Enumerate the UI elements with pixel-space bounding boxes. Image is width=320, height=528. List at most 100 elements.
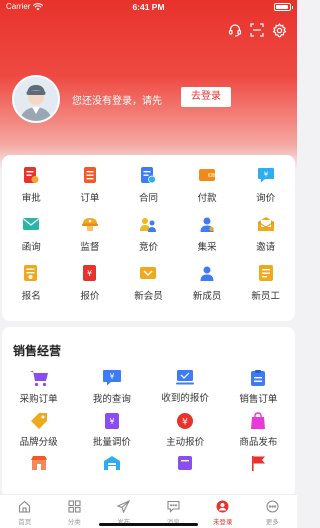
- sales-item-received-quote[interactable]: 收到的报价: [149, 369, 222, 404]
- quick-item-label: 报名: [21, 291, 41, 302]
- tab-label: 未登录: [213, 519, 233, 526]
- new-staff-icon: [257, 263, 275, 283]
- approval-icon: [22, 165, 40, 185]
- quick-item-label: 付款: [197, 193, 217, 204]
- quick-item-label: 邀请: [256, 242, 276, 253]
- sales-item-goods-publish[interactable]: 商品发布: [222, 412, 295, 448]
- login-button[interactable]: 去登录: [181, 87, 231, 107]
- warehouse-icon: [102, 455, 122, 471]
- quick-item-label: 新成员: [192, 291, 222, 302]
- svg-text:¥: ¥: [109, 417, 114, 426]
- message-icon: [166, 499, 180, 513]
- quick-item-contract[interactable]: 合同: [119, 165, 178, 206]
- quick-item-new-member[interactable]: 新会员: [119, 263, 178, 304]
- sales-item-flag[interactable]: [222, 455, 295, 471]
- quick-actions-grid: 审批 订单 合同 付款 ¥ 询价 函询 监督 竞价 集采 邀请 报名 ¥ 报价 …: [2, 165, 295, 304]
- order-icon: [81, 165, 99, 185]
- quick-item-inquiry[interactable]: ¥ 询价: [236, 165, 295, 206]
- status-bar: Carrier 6:41 PM: [0, 0, 297, 14]
- sales-item-label: 商品发布: [239, 437, 278, 448]
- avatar[interactable]: [12, 75, 60, 123]
- svg-text:¥: ¥: [87, 269, 92, 278]
- batch-price-icon: ¥: [102, 412, 122, 430]
- battery-icon: [274, 3, 293, 11]
- tab-label: 首页: [18, 519, 32, 526]
- header-actions: [227, 22, 287, 38]
- my-query-icon: ¥: [102, 369, 122, 387]
- sales-grid: 采购订单 ¥ 我的查询 收到的报价 销售订单 品牌分级 ¥ 批量调价 ¥ 主动报…: [2, 369, 295, 471]
- quick-item-payment[interactable]: 付款: [178, 165, 237, 206]
- quick-item-supervision[interactable]: 监督: [61, 214, 120, 255]
- quick-item-label: 竞价: [138, 242, 158, 253]
- quick-item-label: 合同: [138, 193, 158, 204]
- quick-item-group-buy[interactable]: 集采: [178, 214, 237, 255]
- tab-category[interactable]: 分类: [50, 495, 100, 528]
- sales-item-label: 品牌分级: [19, 437, 58, 448]
- new-person-icon: [198, 263, 216, 283]
- quick-item-label: 函询: [21, 242, 41, 253]
- wallet-icon: [198, 165, 216, 185]
- quick-item-bidding[interactable]: 竞价: [119, 214, 178, 255]
- headset-icon[interactable]: [227, 22, 243, 38]
- sales-item-label: 批量调价: [92, 437, 131, 448]
- quick-item-approval[interactable]: 审批: [2, 165, 61, 206]
- status-time: 6:41 PM: [132, 2, 165, 12]
- tab-label: 分类: [67, 519, 81, 526]
- quick-item-new-person[interactable]: 新成员: [178, 263, 237, 304]
- quick-item-label: 监督: [80, 242, 100, 253]
- invite-icon: [257, 214, 275, 234]
- quick-actions-card: 审批 订单 合同 付款 ¥ 询价 函询 监督 竞价 集采 邀请 报名 ¥ 报价 …: [2, 155, 295, 321]
- sales-item-batch-price[interactable]: ¥ 批量调价: [75, 412, 148, 448]
- scan-icon[interactable]: [249, 22, 265, 38]
- group-buy-icon: [198, 214, 216, 234]
- quick-item-order[interactable]: 订单: [61, 165, 120, 206]
- quick-item-quote[interactable]: ¥ 报价: [61, 263, 120, 304]
- sales-item-purple-task[interactable]: [149, 455, 222, 471]
- home-icon: [18, 499, 32, 513]
- publish-icon: [117, 499, 131, 513]
- quick-item-label: 订单: [80, 193, 100, 204]
- inquiry-icon: ¥: [257, 165, 275, 185]
- more-icon: [265, 499, 279, 513]
- sales-item-brand-grade[interactable]: 品牌分级: [2, 412, 75, 448]
- sales-item-label: 主动报价: [166, 437, 205, 448]
- quick-item-new-staff[interactable]: 新员工: [236, 263, 295, 304]
- tab-home[interactable]: 首页: [0, 495, 50, 528]
- sales-item-label: 销售订单: [239, 394, 278, 405]
- quick-item-label: 新员工: [251, 291, 280, 302]
- sales-item-label: 收到的报价: [161, 393, 209, 404]
- goods-publish-icon: [248, 412, 268, 430]
- quick-item-letter[interactable]: 函询: [2, 214, 61, 255]
- tab-label: 更多: [265, 519, 279, 526]
- category-icon: [67, 499, 81, 513]
- svg-text:¥: ¥: [109, 372, 114, 381]
- svg-text:¥: ¥: [182, 418, 188, 428]
- sales-item-label: 采购订单: [19, 394, 58, 405]
- sales-item-active-quote[interactable]: ¥ 主动报价: [149, 412, 222, 448]
- contract-icon: [139, 165, 157, 185]
- sales-item-sales-order[interactable]: 销售订单: [222, 369, 295, 405]
- new-member-icon: [139, 263, 157, 283]
- sales-item-purchase-order[interactable]: 采购订单: [2, 369, 75, 405]
- quick-item-invite[interactable]: 邀请: [236, 214, 295, 255]
- sales-item-warehouse[interactable]: [75, 455, 148, 471]
- shop-icon: [29, 455, 49, 471]
- sales-order-icon: [248, 369, 268, 387]
- sales-item-shop[interactable]: [2, 455, 75, 471]
- user-icon: [216, 499, 230, 513]
- flag-icon: [248, 455, 268, 471]
- brand-tag-icon: [29, 412, 49, 430]
- quick-item-label: 询价: [256, 193, 276, 204]
- tab-profile[interactable]: 未登录: [198, 495, 248, 528]
- svg-text:¥: ¥: [263, 170, 268, 178]
- settings-icon[interactable]: [271, 22, 287, 38]
- home-indicator: [99, 523, 198, 526]
- tab-more[interactable]: 更多: [248, 495, 298, 528]
- cart-icon: [29, 369, 49, 387]
- purple-task-icon: [175, 455, 195, 471]
- sales-section-card: 销售经营 采购订单 ¥ 我的查询 收到的报价 销售订单 品牌分级 ¥ 批量调价 …: [2, 327, 295, 497]
- section-title: 销售经营: [13, 344, 62, 358]
- sales-item-my-query[interactable]: ¥ 我的查询: [75, 369, 148, 405]
- bidding-icon: [139, 214, 157, 234]
- quick-item-signup[interactable]: 报名: [2, 263, 61, 304]
